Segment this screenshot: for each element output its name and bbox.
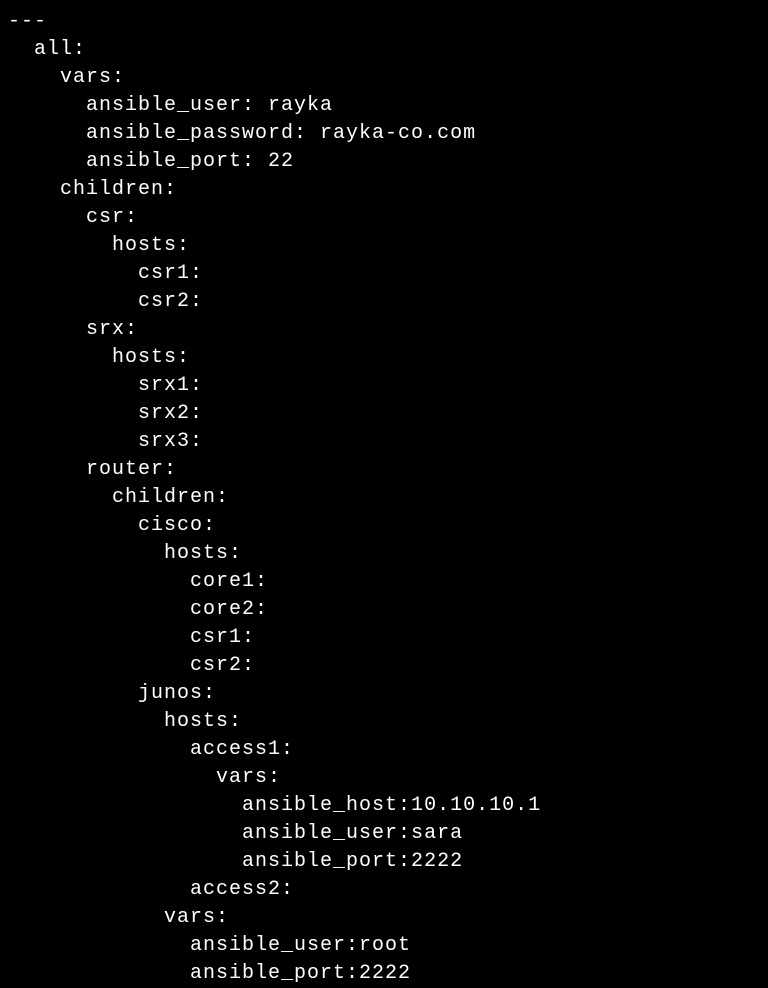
- yaml-line: vars:: [8, 764, 760, 792]
- yaml-line: children:: [8, 176, 760, 204]
- yaml-line: ansible_user: rayka: [8, 92, 760, 120]
- yaml-line: vars:: [8, 904, 760, 932]
- yaml-line: access2:: [8, 876, 760, 904]
- yaml-line: ansible_user:sara: [8, 820, 760, 848]
- yaml-line: router:: [8, 456, 760, 484]
- yaml-line: ansible_password: rayka-co.com: [8, 120, 760, 148]
- yaml-line: cisco:: [8, 512, 760, 540]
- yaml-line: csr2:: [8, 288, 760, 316]
- yaml-line: csr2:: [8, 652, 760, 680]
- yaml-line: csr:: [8, 204, 760, 232]
- yaml-line: all:: [8, 36, 760, 64]
- yaml-line: ansible_user:root: [8, 932, 760, 960]
- yaml-line: vars:: [8, 64, 760, 92]
- yaml-line: hosts:: [8, 344, 760, 372]
- terminal-output: --- all: vars: ansible_user: rayka ansib…: [8, 8, 760, 988]
- yaml-line: ansible_port:2222: [8, 848, 760, 876]
- yaml-line: hosts:: [8, 708, 760, 736]
- yaml-line: srx:: [8, 316, 760, 344]
- yaml-line: srx3:: [8, 428, 760, 456]
- yaml-line: children:: [8, 484, 760, 512]
- yaml-line: srx1:: [8, 372, 760, 400]
- yaml-line: hosts:: [8, 232, 760, 260]
- yaml-line: srx2:: [8, 400, 760, 428]
- yaml-line: ansible_port:2222: [8, 960, 760, 988]
- yaml-line: csr1:: [8, 624, 760, 652]
- yaml-line: access1:: [8, 736, 760, 764]
- yaml-doc-start: ---: [8, 8, 760, 36]
- yaml-line: ansible_host:10.10.10.1: [8, 792, 760, 820]
- yaml-line: core1:: [8, 568, 760, 596]
- yaml-line: junos:: [8, 680, 760, 708]
- yaml-line: hosts:: [8, 540, 760, 568]
- yaml-line: ansible_port: 22: [8, 148, 760, 176]
- yaml-line: core2:: [8, 596, 760, 624]
- yaml-line: csr1:: [8, 260, 760, 288]
